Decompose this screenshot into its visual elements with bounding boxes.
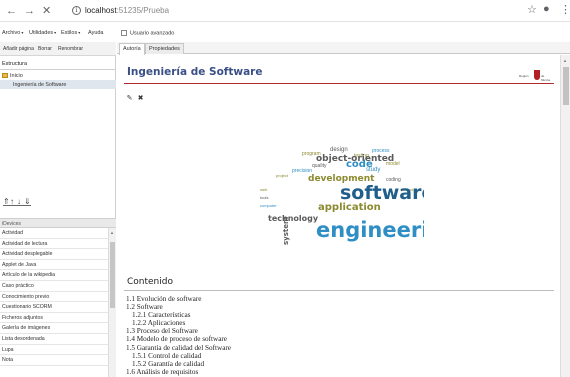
divider <box>0 69 116 70</box>
page-title: Ingeniería de Software <box>127 66 263 78</box>
structure-title: Estructura <box>2 61 28 67</box>
authoring-panel: Autoría Propiedades Ingeniería de Softwa… <box>117 42 570 377</box>
folder-icon <box>2 73 8 79</box>
edit-icon[interactable]: ✎ <box>126 95 133 102</box>
toc-item[interactable]: 1.2 Software <box>126 303 231 311</box>
idevice-edit-controls: ✎ ✖ <box>126 95 148 102</box>
delete-button[interactable]: Borrar <box>38 46 52 52</box>
list-item[interactable]: Lista desordenada <box>0 334 108 345</box>
list-item[interactable]: Actividad <box>0 228 108 239</box>
left-panel: Añadir página Borrar Renombrar Estructur… <box>0 42 116 377</box>
list-item[interactable]: Cuestionario SCORM <box>0 302 108 313</box>
scroll-up-icon[interactable]: ▲ <box>110 230 114 235</box>
list-item[interactable]: Ficheros adjuntos <box>0 313 108 324</box>
toc-item[interactable]: 1.5.1 Control de calidad <box>126 352 231 360</box>
wordcloud-word: web <box>260 187 268 192</box>
tab-bar: Autoría Propiedades <box>117 42 570 55</box>
wordcloud-word: design <box>330 147 348 153</box>
scroll-up-icon[interactable]: ▲ <box>563 58 567 63</box>
move-bottom-icon[interactable]: ⇓ <box>24 198 31 206</box>
title-divider <box>124 83 554 84</box>
toc-item[interactable]: 1.2.2 Aplicaciones <box>126 319 231 327</box>
star-icon[interactable]: ☆ <box>527 3 537 16</box>
toc-item[interactable]: 1.1 Evolución de software <box>126 295 231 303</box>
tree-item-inicio[interactable]: Inicio <box>2 73 23 79</box>
wordcloud-word: software <box>340 182 424 204</box>
list-item[interactable]: Applet de Java <box>0 260 108 271</box>
toc-item[interactable]: 1.2.1 Características <box>126 311 231 319</box>
move-up-icon[interactable]: ↑ <box>10 198 17 206</box>
toc-item[interactable]: 1.6 Análisis de requisitos <box>126 368 231 376</box>
advanced-user-checkbox[interactable]: Usuario avanzado <box>121 30 174 36</box>
software-engineering-wordcloud-image: program design testing process quality m… <box>260 147 424 245</box>
structure-toolbar: Añadir página Borrar Renombrar <box>0 42 116 56</box>
idevices-header[interactable]: iDevices <box>0 218 116 228</box>
toc-item[interactable]: 1.5 Garantía de calidad del Software <box>126 344 231 352</box>
page-content: Ingeniería de Software Región de Murcia … <box>117 55 560 377</box>
move-top-icon[interactable]: ⇑ <box>3 198 10 206</box>
menu-archivo[interactable]: Archivo▾ <box>2 30 23 36</box>
list-item[interactable]: Lupa <box>0 345 108 356</box>
toc-item[interactable]: 1.4 Modelo de proceso de software <box>126 335 231 343</box>
stop-icon[interactable]: ✕ <box>42 4 51 18</box>
app-menubar: Archivo▾ Utilidades▾ Estilos▾ Ayuda Usua… <box>0 28 570 40</box>
browser-toolbar: ← → ✕ i localhost:51235/Prueba ☆ ● ⋮ <box>0 0 570 22</box>
delete-icon[interactable]: ✖ <box>137 95 144 102</box>
address-bar[interactable]: i localhost:51235/Prueba <box>72 4 169 18</box>
region-logo: Región de Murcia <box>519 70 553 82</box>
account-icon[interactable]: ● <box>543 3 550 15</box>
tree-item-selected[interactable]: Ingeniería de Software <box>0 80 116 89</box>
more-vert-icon[interactable]: ⋮ <box>560 3 570 16</box>
toc-item[interactable]: 1.5.2 Garantía de calidad <box>126 360 231 368</box>
list-item[interactable]: Actividad de lectura <box>0 239 108 250</box>
wordcloud-word: tools <box>260 195 268 200</box>
url-host: localhost <box>85 6 117 15</box>
scroll-thumb[interactable] <box>110 242 115 308</box>
forward-icon[interactable]: → <box>24 4 35 18</box>
menu-estilos[interactable]: Estilos▾ <box>61 30 80 36</box>
idevices-scrollbar[interactable]: ▲ <box>108 228 116 377</box>
info-icon[interactable]: i <box>72 6 81 16</box>
wordcloud-word: project <box>276 173 289 178</box>
node-move-controls: ⇑↑↓⇓ <box>3 197 31 206</box>
section-title: Contenido <box>127 277 173 287</box>
list-item[interactable]: Caso práctico <box>0 281 108 292</box>
toc-item[interactable]: 1.3 Proceso del Software <box>126 327 231 335</box>
list-item[interactable]: Artículo de la wikipedia <box>0 270 108 281</box>
shield-icon <box>534 70 540 80</box>
url-path: :51235/Prueba <box>116 6 170 15</box>
list-item[interactable]: Nota <box>0 355 108 366</box>
section-divider <box>124 290 554 291</box>
wordcloud-word: engineering <box>316 218 424 242</box>
tab-propiedades[interactable]: Propiedades <box>145 43 184 54</box>
menu-utilidades[interactable]: Utilidades▾ <box>29 30 56 36</box>
back-icon[interactable]: ← <box>6 4 17 18</box>
idevices-list: Actividad Actividad de lectura Actividad… <box>0 228 108 366</box>
table-of-contents: 1.1 Evolución de software 1.2 Software 1… <box>126 295 231 376</box>
list-item[interactable]: Galería de imágenes <box>0 323 108 334</box>
wordcloud-word: computer <box>260 203 277 208</box>
wordcloud-word: code <box>346 159 373 170</box>
scroll-thumb[interactable] <box>563 67 569 105</box>
wordcloud-word: system <box>282 217 290 245</box>
add-page-button[interactable]: Añadir página <box>3 46 34 52</box>
list-item[interactable]: Conocimiento previo <box>0 292 108 303</box>
rename-button[interactable]: Renombrar <box>58 46 83 52</box>
move-down-icon[interactable]: ↓ <box>17 198 24 206</box>
tab-autoria[interactable]: Autoría <box>119 43 145 55</box>
menu-ayuda[interactable]: Ayuda <box>88 30 104 36</box>
list-item[interactable]: Actividad desplegable <box>0 249 108 260</box>
checkbox-icon[interactable] <box>121 30 127 36</box>
content-scrollbar[interactable]: ▲ <box>560 55 570 377</box>
wordcloud-word: technology <box>268 214 319 223</box>
